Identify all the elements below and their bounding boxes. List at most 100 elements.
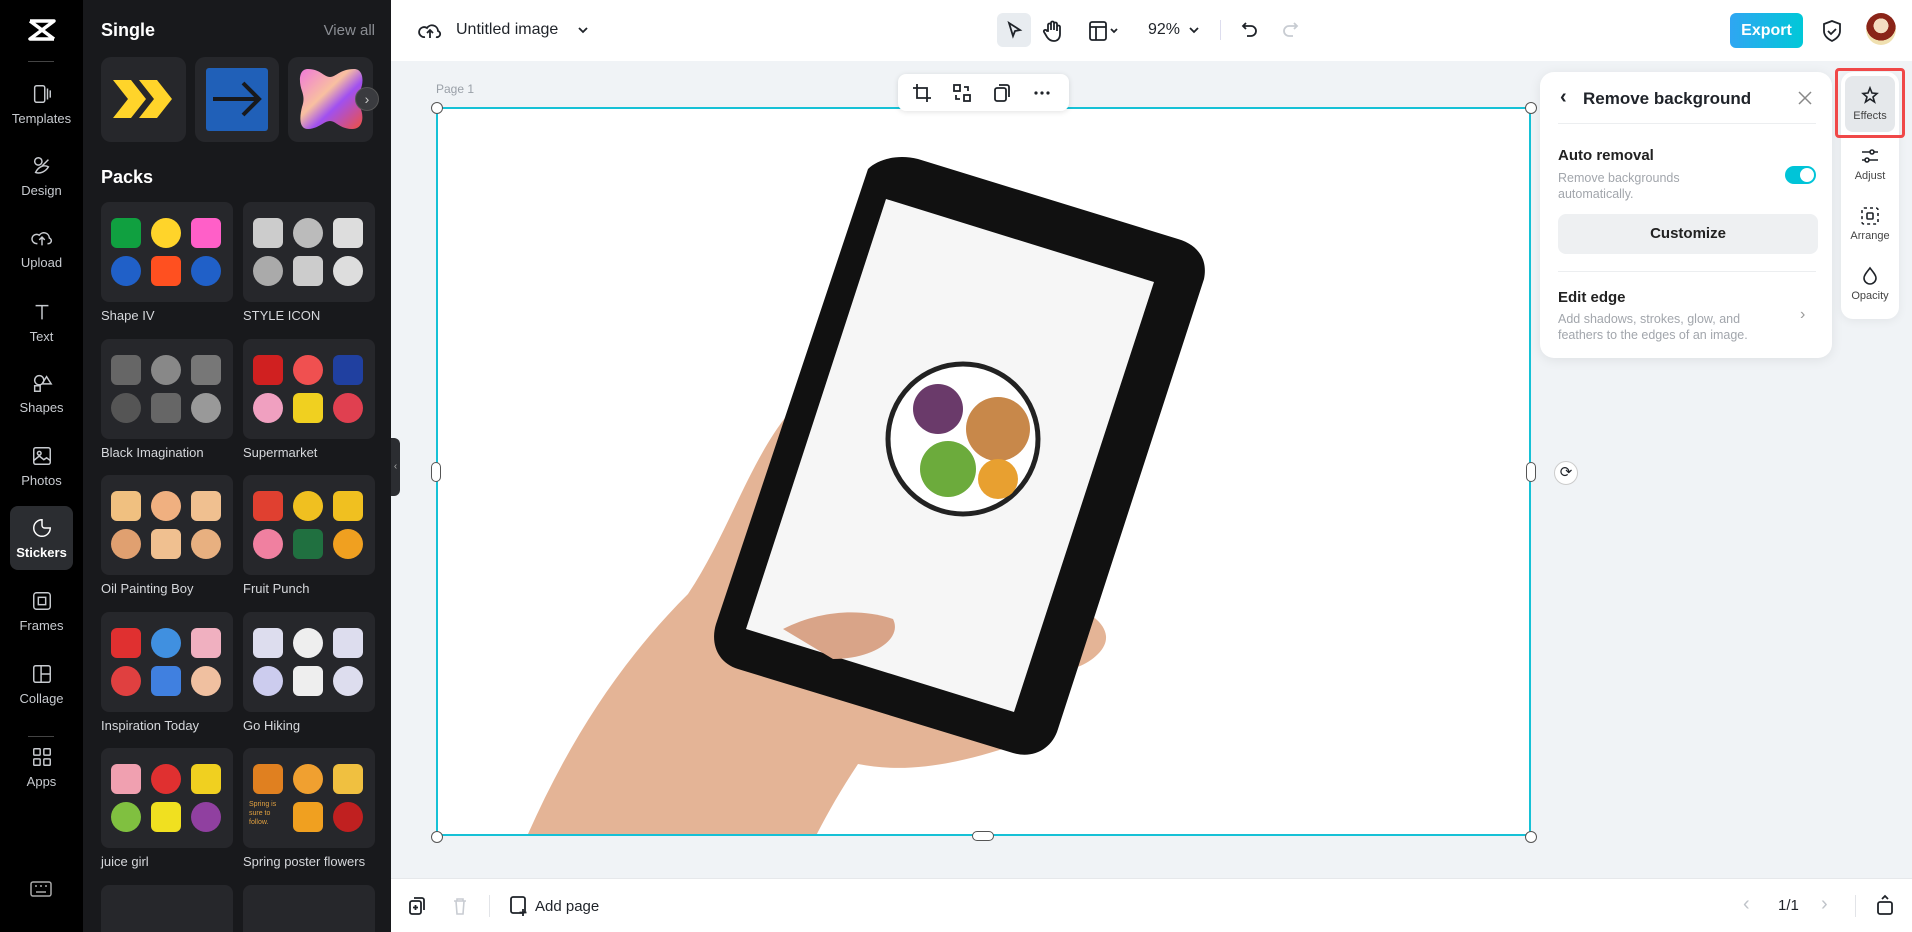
view-all-link[interactable]: View all [324,22,375,39]
tool-opacity[interactable]: Opacity [1845,256,1895,312]
sticker-thumbnail [111,627,141,658]
templates-icon [33,84,51,103]
hand-tool-icon[interactable] [1042,19,1064,43]
sticker-thumbnail [191,802,221,833]
capcut-logo-icon[interactable] [27,18,57,42]
close-icon[interactable] [1797,90,1813,106]
edit-edge-row[interactable]: Edit edge Add shadows, strokes, glow, an… [1540,272,1832,352]
tool-arrange[interactable]: Arrange [1845,196,1895,252]
sticker-thumbnail [333,491,363,522]
sticker-pack-card[interactable] [101,611,233,712]
rail-item-stickers[interactable]: Stickers [10,506,73,570]
more-options-icon[interactable] [1032,83,1052,103]
sticker-pack-label: Go Hiking [243,717,301,733]
sticker-thumbnail [111,802,141,833]
replace-icon[interactable] [952,83,972,103]
sticker-pack-card[interactable] [243,475,375,576]
document-title[interactable]: Untitled image [456,21,558,39]
sticker-thumbnail [333,354,363,385]
zoom-level[interactable]: 92% [1148,21,1180,39]
sticker-pack-card[interactable] [243,885,375,932]
sticker-blue-arrow[interactable] [195,57,279,142]
sticker-pack-card[interactable] [243,611,375,712]
sticker-thumbnail [191,529,221,560]
keyboard-icon[interactable] [30,880,52,898]
cloud-sync-icon[interactable] [418,19,442,43]
sticker-pack-card[interactable] [101,748,233,849]
sticker-pack-card[interactable]: Spring is sure to follow. [243,748,375,849]
crop-icon[interactable] [912,83,932,103]
rail-item-collage[interactable]: Collage [10,652,73,716]
spring-poster-text: Spring is sure to follow. [249,801,277,827]
sticker-thumbnail [253,354,283,385]
sticker-thumbnail [293,802,323,833]
select-tool-button[interactable] [997,13,1031,47]
zoom-chevron-icon[interactable] [1188,25,1200,35]
shield-check-icon[interactable] [1821,19,1843,43]
sticker-thumbnail [293,529,323,560]
customize-button[interactable]: Customize [1558,214,1818,254]
sticker-thumbnail [253,392,283,423]
add-page-button[interactable]: Add page [509,893,599,919]
next-page-button[interactable]: › [1821,893,1828,916]
sticker-yellow-chevrons[interactable] [101,57,186,142]
resize-handle-bottom-left[interactable] [431,831,443,843]
sticker-pack-label: STYLE ICON [243,308,321,323]
sticker-pack-card[interactable] [101,885,233,932]
carousel-next-button[interactable]: › [355,87,379,111]
rotate-handle[interactable]: ⟳ [1554,461,1578,485]
rail-item-apps[interactable]: Apps [10,735,73,799]
rail-item-upload[interactable]: Upload [10,216,73,280]
redo-icon[interactable] [1280,20,1300,40]
page-canvas[interactable] [436,107,1531,914]
sticker-thumbnail [111,491,141,522]
rail-label: Photos [21,472,62,488]
sticker-thumbnail [191,665,221,696]
auto-removal-title: Auto removal [1558,147,1654,164]
delete-page-icon[interactable] [452,896,468,916]
rail-item-shapes[interactable]: Shapes [10,361,73,425]
back-button[interactable]: ‹ [1560,86,1567,109]
rail-item-templates[interactable]: Templates [10,72,73,136]
chevron-right-icon: › [1800,306,1806,323]
rail-item-design[interactable]: Design [10,144,73,208]
sticker-pack-card[interactable] [101,475,233,576]
chevron-down-icon[interactable] [577,25,589,35]
duplicate-page-icon[interactable] [408,896,426,916]
sticker-thumbnail [151,256,181,286]
export-button[interactable]: Export [1730,13,1803,48]
undo-icon[interactable] [1240,20,1260,40]
resize-handle-top-right[interactable] [1525,102,1537,114]
auto-removal-toggle[interactable] [1785,166,1816,184]
sticker-pack-card[interactable] [243,338,375,439]
sticker-pack-card[interactable] [101,202,233,302]
sticker-pack-card[interactable] [243,202,375,302]
cursor-icon [1007,20,1023,39]
resize-handle-right[interactable] [1526,462,1536,482]
collapse-panel-handle[interactable]: ‹ [391,438,400,496]
sticker-thumbnail [191,392,221,423]
duplicate-icon[interactable] [992,83,1012,103]
rail-item-frames[interactable]: Frames [10,579,73,643]
sticker-thumbnail [293,354,323,385]
hand-holding-phone-image[interactable] [438,109,1529,914]
rail-item-photos[interactable]: Photos [10,434,73,498]
sticker-pack-card[interactable] [101,338,233,439]
rail-label: Frames [19,617,64,633]
sticker-pack-label: juice girl [101,854,149,870]
sticker-thumbnail [333,529,363,560]
sticker-pack-label: Black Imagination [101,444,204,460]
layout-menu-icon[interactable] [1088,20,1122,42]
prev-page-button[interactable]: ‹ [1743,893,1750,916]
rail-item-text[interactable]: Text [10,290,73,354]
resize-handle-bottom[interactable] [972,831,994,841]
edit-edge-description: Add shadows, strokes, glow, and feathers… [1558,312,1748,342]
tool-adjust[interactable]: Adjust [1845,136,1895,192]
resize-handle-left[interactable] [431,462,441,482]
pages-panel-icon[interactable] [1876,894,1894,916]
resize-handle-bottom-right[interactable] [1525,831,1537,843]
user-avatar[interactable] [1866,13,1896,45]
page-label: Page 1 [436,82,475,96]
resize-handle-top-left[interactable] [431,102,443,114]
sticker-thumbnail [111,529,141,560]
